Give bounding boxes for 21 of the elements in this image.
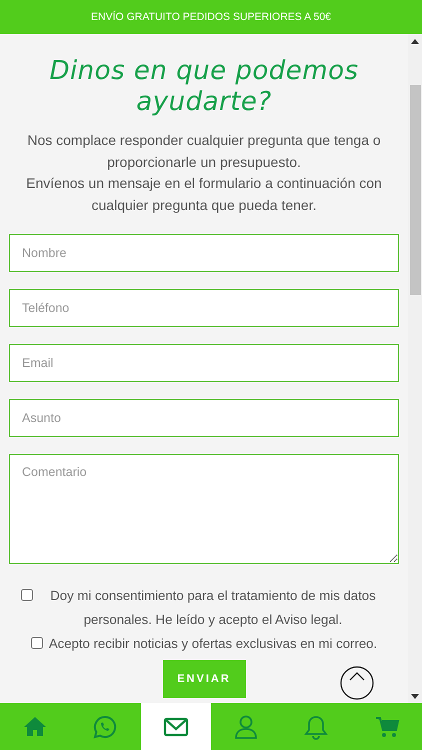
intro-paragraph: Envíenos un mensaje en el formulario a continuación con cualquier pregunta que pueda tener. [25, 174, 383, 215]
scroll-to-top-icon[interactable] [340, 666, 374, 700]
input-field[interactable]: Teléfono [9, 289, 399, 327]
consent-label: Doy mi consentimiento para el tratamiento de mis datos personales. He leído y acepto el Aviso legal. [49, 587, 377, 629]
user-icon [233, 714, 260, 740]
checkbox[interactable] [21, 589, 33, 601]
submit-button[interactable]: ENVIAR [162, 660, 246, 698]
nav-tab[interactable] [140, 703, 211, 750]
promo-text: ENVÍO GRATUITO PEDIDOS SUPERIORES A 50€ [90, 11, 331, 23]
bell-icon [303, 714, 330, 740]
input-field[interactable]: Email [9, 344, 399, 382]
consent-label: Acepto recibir noticias y ofertas exclusivas en mi correo. [48, 635, 378, 653]
intro-paragraph: Nos complace responder cualquier pregunta que tenga o proporcionarle un presupuesto. [26, 131, 382, 172]
scrollbar[interactable] [408, 34, 422, 703]
input-field[interactable]: Nombre [9, 234, 399, 272]
whatsapp-icon [92, 714, 118, 740]
comment-field[interactable]: Comentario [9, 454, 399, 564]
input-field[interactable]: Asunto [9, 399, 399, 437]
page-heading: Dinos en que podemos ayudarte? [48, 56, 360, 118]
checkbox[interactable] [30, 637, 43, 649]
scrollbar-thumb[interactable] [410, 85, 420, 295]
